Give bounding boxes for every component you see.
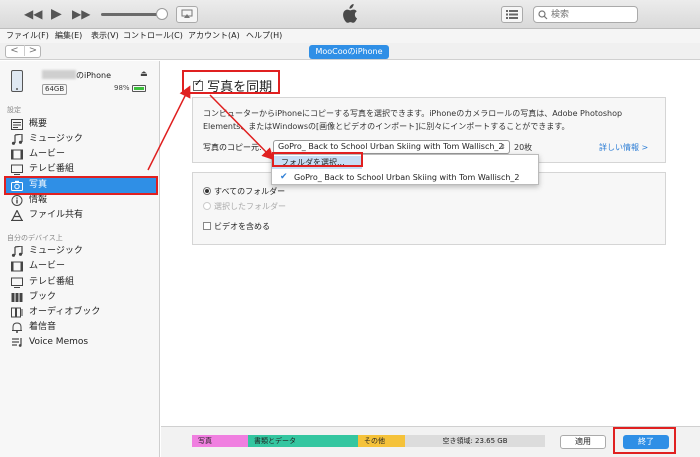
movie-icon: [11, 261, 23, 272]
capacity-badge: 64GB: [42, 84, 68, 95]
volume-slider[interactable]: [101, 13, 161, 16]
battery-percent: 98%: [114, 84, 130, 92]
audiobook-icon: [11, 307, 23, 318]
search-icon: [538, 10, 548, 20]
navigation-row: < > MooCooのiPhone: [0, 43, 700, 60]
book-icon: [11, 293, 23, 302]
fast-forward-icon[interactable]: ▶▶: [72, 6, 90, 22]
sidebar-item-device-tv[interactable]: テレビ番組: [6, 275, 156, 290]
sidebar-item-music[interactable]: ミュージック: [6, 132, 156, 147]
checkmark-icon: ✔: [280, 172, 288, 182]
menu-help[interactable]: ヘルプ(H): [246, 30, 282, 42]
sidebar-item-summary[interactable]: 概要: [6, 117, 156, 132]
photos-highlight-box: [4, 176, 158, 195]
sidebar-item-tv[interactable]: テレビ番組: [6, 162, 156, 177]
menu-account[interactable]: アカウント(A): [188, 30, 240, 42]
storage-documents: 書類とデータ: [248, 435, 358, 447]
device-tab[interactable]: MooCooのiPhone: [309, 45, 389, 59]
selected-folders-radio: 選択したフォルダー: [203, 201, 286, 212]
blurred-name: [42, 70, 76, 79]
choose-folder-highlight-box: [272, 152, 363, 167]
search-box[interactable]: [533, 6, 638, 23]
menu-bar: ファイル(F) 編集(E) 表示(V) コントロール(C) アカウント(A) ヘ…: [0, 29, 700, 43]
sidebar-item-device-ringtones[interactable]: 着信音: [6, 320, 156, 335]
menu-view[interactable]: 表示(V): [91, 30, 119, 42]
music-icon: [11, 246, 23, 257]
search-input[interactable]: [551, 8, 635, 21]
sync-highlight-box: [182, 70, 280, 94]
include-videos-checkbox[interactable]: ビデオを含める: [203, 221, 270, 232]
forward-button[interactable]: >: [24, 45, 41, 56]
sidebar-item-file-sharing[interactable]: ファイル共有: [6, 208, 156, 223]
sidebar-item-device-books[interactable]: ブック: [6, 290, 156, 305]
iphone-icon: [11, 70, 23, 92]
tv-icon: [11, 164, 23, 175]
voice-memo-icon: [12, 338, 22, 347]
summary-icon: [11, 119, 23, 130]
copy-from-label: 写真のコピー元:: [203, 143, 262, 152]
list-icon: [506, 10, 518, 19]
list-view-button[interactable]: [501, 6, 523, 23]
tv-icon: [11, 277, 23, 288]
video-checkbox-box[interactable]: [203, 222, 211, 230]
radio-off: [203, 202, 211, 210]
bell-icon: [12, 322, 22, 333]
gopro-folder-option[interactable]: ✔ GoPro_ Back to School Urban Skiing wit…: [272, 171, 538, 184]
select-arrow-icon: ⇕: [500, 143, 506, 151]
photo-count: 20枚: [514, 143, 533, 152]
eject-icon[interactable]: ⏏: [140, 69, 148, 78]
menu-edit[interactable]: 編集(E): [55, 30, 82, 42]
apply-button[interactable]: 適用: [560, 435, 606, 449]
menu-controls[interactable]: コントロール(C): [123, 30, 183, 42]
storage-other: その他: [358, 435, 405, 447]
storage-free: 空き領域: 23.65 GB: [405, 435, 545, 447]
sidebar-item-info[interactable]: 情報: [6, 193, 156, 208]
title-bar: ◀◀ ▶ ▶▶: [0, 0, 700, 29]
done-highlight-box: [613, 427, 676, 454]
info-icon: [11, 195, 23, 206]
sidebar-item-movies[interactable]: ムービー: [6, 147, 156, 162]
back-forward-buttons: < >: [5, 45, 41, 58]
all-folders-radio[interactable]: すべてのフォルダー: [203, 186, 285, 197]
sidebar-item-device-music[interactable]: ミュージック: [6, 244, 156, 259]
volume-knob[interactable]: [156, 8, 168, 20]
menu-file[interactable]: ファイル(F): [6, 30, 49, 42]
play-icon[interactable]: ▶: [51, 6, 62, 22]
app-share-icon: [11, 210, 23, 221]
more-info-link[interactable]: 詳しい情報 >: [599, 142, 648, 153]
rewind-icon[interactable]: ◀◀: [24, 6, 42, 22]
settings-section-title: 設定: [7, 106, 21, 114]
sidebar-item-device-audiobooks[interactable]: オーディオブック: [6, 305, 156, 320]
sidebar-item-device-voice-memos[interactable]: Voice Memos: [6, 335, 156, 350]
sidebar-item-device-movies[interactable]: ムービー: [6, 259, 156, 274]
radio-on[interactable]: [203, 187, 211, 195]
back-button[interactable]: <: [6, 45, 23, 56]
device-name: のiPhone: [42, 70, 111, 81]
description-text: コンピューターからiPhoneにコピーする写真を選択できます。iPhoneのカメ…: [203, 109, 623, 131]
airplay-button[interactable]: [176, 6, 198, 23]
airplay-icon: [181, 9, 193, 18]
music-icon: [11, 134, 23, 145]
storage-photos: 写真: [192, 435, 248, 447]
battery-icon: [132, 85, 146, 92]
device-section-title: 自分のデバイス上: [7, 234, 63, 242]
movie-icon: [11, 149, 23, 160]
apple-logo-icon: [340, 4, 358, 27]
